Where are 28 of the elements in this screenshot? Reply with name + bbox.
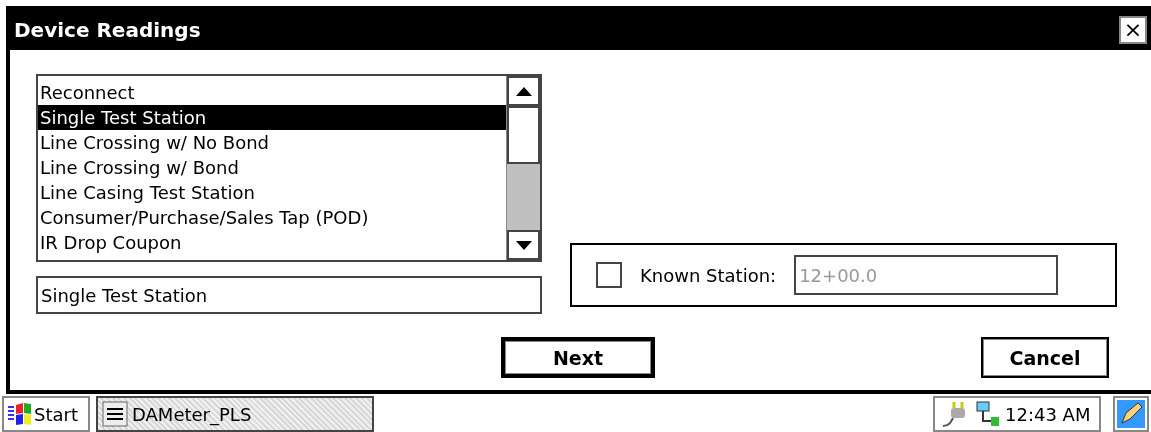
scroll-down-button[interactable] xyxy=(507,230,540,260)
windows-flag-icon xyxy=(6,401,32,427)
scroll-thumb[interactable] xyxy=(507,106,540,164)
known-station-label: Known Station: xyxy=(640,264,777,286)
list-item[interactable]: Single Test Station xyxy=(38,105,506,130)
known-station-checkbox[interactable] xyxy=(596,262,622,288)
close-button[interactable]: × xyxy=(1119,16,1147,44)
input-panel-button[interactable] xyxy=(1113,396,1149,432)
app-icon xyxy=(102,401,128,427)
app-taskbar-button[interactable]: DAMeter_PLS xyxy=(96,396,374,432)
start-button[interactable]: Start xyxy=(2,396,90,432)
down-arrow-icon xyxy=(515,240,532,250)
clock[interactable]: 12:43 AM xyxy=(1005,403,1091,425)
list-item[interactable]: Consumer/Purchase/Sales Tap (POD) xyxy=(38,205,506,230)
pencil-icon xyxy=(1117,400,1145,428)
list-item[interactable]: IR Drop Coupon xyxy=(38,230,506,255)
scrollbar[interactable] xyxy=(506,76,540,260)
list-item[interactable]: Line Crossing w/ Bond xyxy=(38,155,506,180)
up-arrow-icon xyxy=(515,86,532,96)
list-item[interactable]: Line Crossing w/ No Bond xyxy=(38,130,506,155)
list-item[interactable]: Line Casing Test Station xyxy=(38,180,506,205)
list-item[interactable]: Reconnect xyxy=(38,80,506,105)
next-button[interactable]: Next xyxy=(501,337,655,378)
window-title: Device Readings xyxy=(14,18,201,42)
cancel-button[interactable]: Cancel xyxy=(981,337,1109,378)
scroll-up-button[interactable] xyxy=(507,76,540,106)
selection-field[interactable]: Single Test Station xyxy=(36,276,542,314)
network-icon[interactable] xyxy=(973,400,1001,428)
